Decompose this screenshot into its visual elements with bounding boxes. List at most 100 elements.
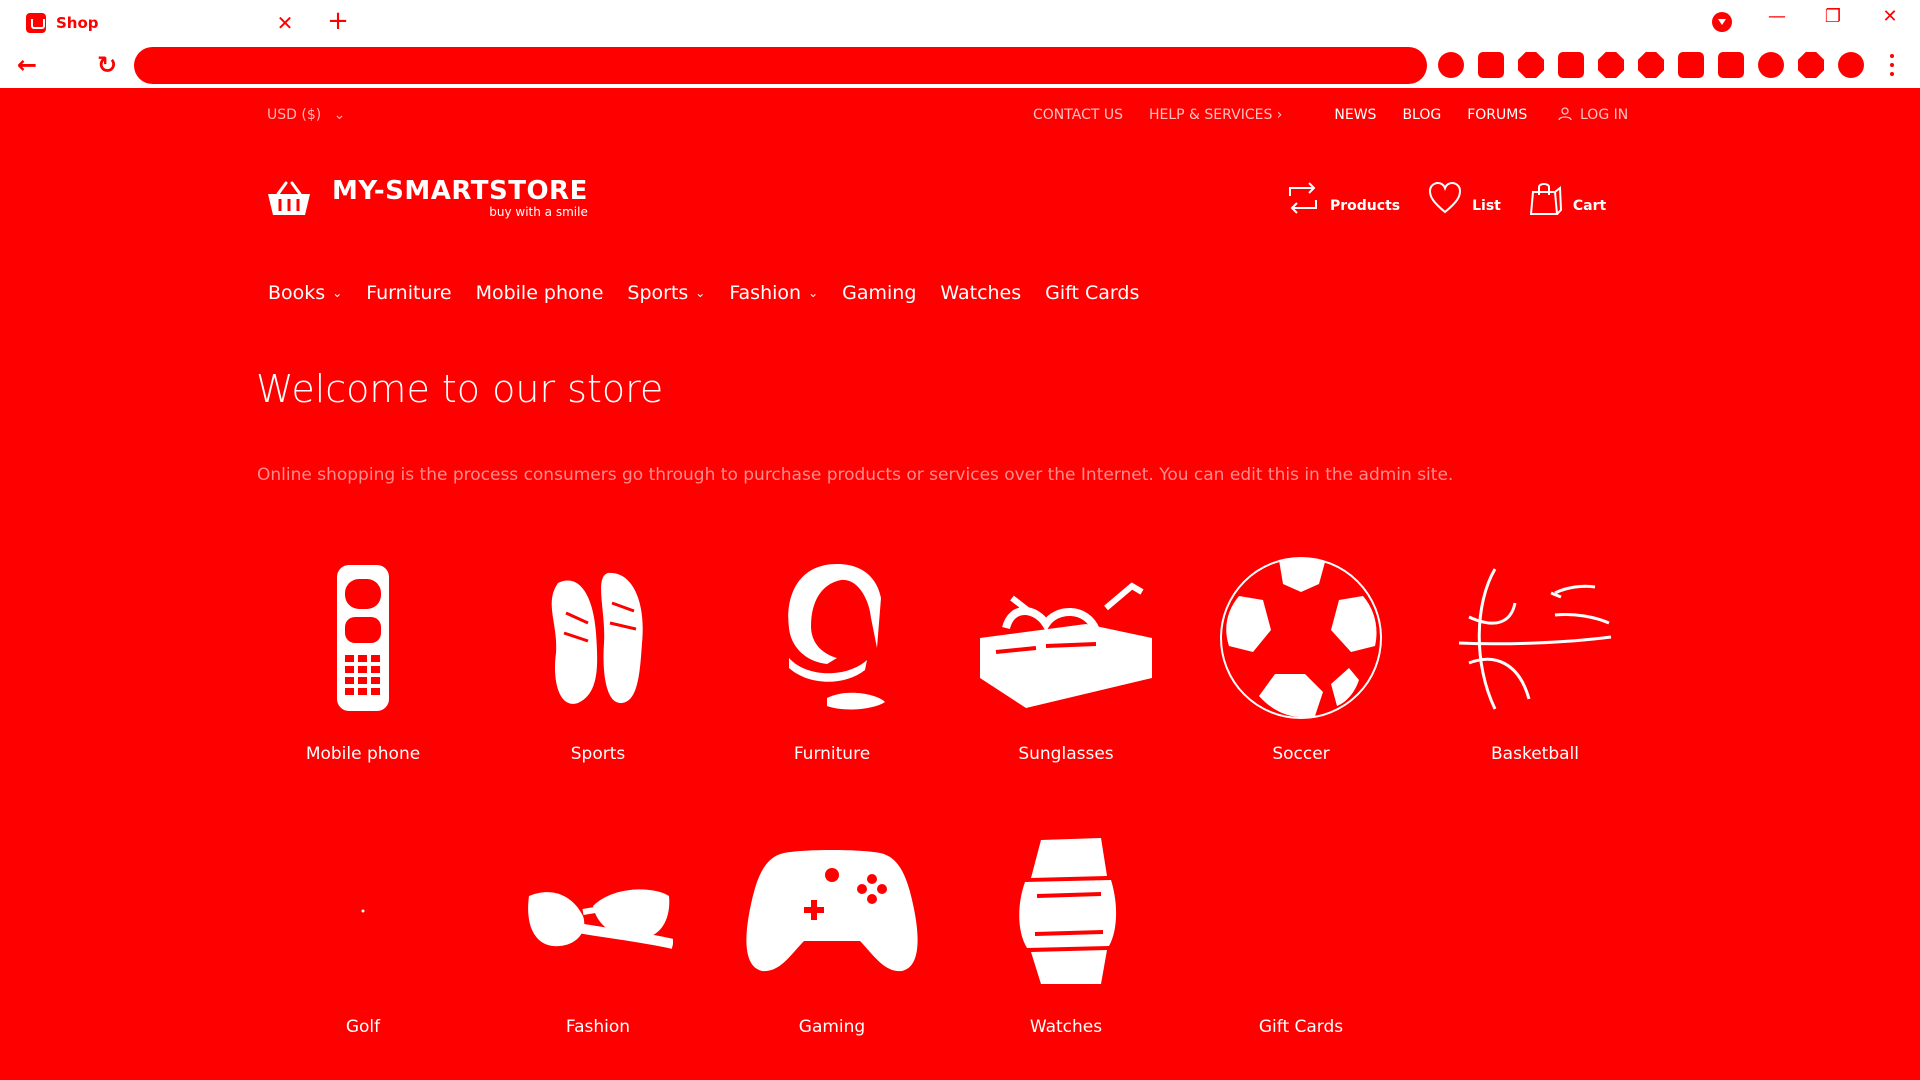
category-label: Watches (1029, 1017, 1103, 1037)
news-link[interactable]: NEWS (1334, 107, 1376, 123)
currency-selector[interactable]: USD ($) ⌄ (267, 107, 345, 123)
nav-item-watches[interactable]: Watches (940, 282, 1021, 304)
new-tab-button[interactable]: + (325, 8, 351, 34)
gamepad-icon (746, 850, 918, 972)
extension-icon[interactable] (1438, 52, 1464, 78)
category-tile-gaming[interactable]: Gaming (732, 831, 932, 1037)
extension-icon[interactable] (1598, 52, 1624, 78)
blog-link[interactable]: BLOG (1402, 107, 1441, 123)
watch-icon (1019, 838, 1117, 984)
help-services-menu[interactable]: HELP & SERVICES › (1149, 107, 1282, 123)
category-label: Mobile phone (305, 744, 421, 764)
nav-item-books[interactable]: Books ⌄ (268, 282, 342, 304)
extension-icon[interactable] (1758, 52, 1784, 78)
utility-bar: USD ($) ⌄ CONTACT US HELP & SERVICES › N… (0, 88, 1920, 143)
extension-icon[interactable] (1718, 52, 1744, 78)
compare-icon (1289, 182, 1317, 214)
extension-icon[interactable] (1478, 52, 1504, 78)
reload-button[interactable]: ↻ (92, 50, 122, 80)
nav-label: Watches (940, 282, 1022, 304)
nav-item-gift-cards[interactable]: Gift Cards (1045, 282, 1139, 304)
tab-close-icon[interactable]: ✕ (273, 11, 297, 35)
basket-logo-icon (268, 181, 310, 215)
restore-button[interactable]: ❐ (1818, 6, 1848, 27)
sneakers-icon (551, 572, 643, 704)
header-actions: Products List Cart (1286, 180, 1634, 216)
chevron-down-icon: ⌄ (808, 286, 819, 300)
nav-label: Gift Cards (1045, 282, 1140, 304)
category-label: Gift Cards (1258, 1017, 1344, 1037)
nav-label: Gaming (842, 282, 917, 304)
mobile-phone-icon (337, 565, 389, 711)
browser-tab[interactable]: Shop ✕ (10, 4, 305, 42)
chevron-down-icon: ⌄ (332, 286, 343, 300)
category-tile-sunglasses[interactable]: Sunglasses (966, 558, 1166, 764)
list-label: List (1472, 198, 1501, 214)
contact-us-link[interactable]: CONTACT US (1033, 107, 1123, 123)
forums-link[interactable]: FORUMS (1467, 107, 1527, 123)
profile-icon[interactable] (1712, 12, 1732, 32)
category-label: Basketball (1491, 744, 1579, 764)
currency-value: USD ($) (267, 107, 322, 123)
minimize-button[interactable]: — (1762, 6, 1792, 27)
store-logo[interactable]: MY-SMARTSTORE buy with a smile (266, 178, 588, 219)
cart-button[interactable]: Cart (1529, 180, 1606, 216)
wishlist-button[interactable]: List (1428, 180, 1501, 216)
sunglasses-icon (980, 582, 1152, 708)
soccer-ball-icon (1220, 557, 1382, 719)
extension-icon[interactable] (1678, 52, 1704, 78)
nav-label: Mobile phone (475, 282, 604, 304)
basketball-icon (1458, 568, 1612, 710)
account-avatar-icon[interactable] (1838, 52, 1864, 78)
category-tile-gift-cards[interactable]: Gift Cards (1201, 831, 1401, 1037)
chevron-down-icon: ⌄ (695, 286, 706, 300)
welcome-title: Welcome to our store (256, 367, 664, 411)
close-window-button[interactable]: ✕ (1875, 6, 1905, 27)
utility-links: CONTACT US HELP & SERVICES › NEWS BLOG F… (1033, 107, 1553, 123)
chevron-down-icon: ⌄ (333, 107, 346, 123)
login-link[interactable]: LOG IN (1558, 107, 1628, 123)
category-tile-soccer[interactable]: Soccer (1201, 557, 1401, 764)
category-tile-sports[interactable]: Sports (498, 558, 698, 764)
category-label: Fashion (565, 1017, 631, 1037)
heart-icon (1429, 181, 1462, 214)
sunglasses-fashion-icon (528, 889, 673, 949)
tab-title: Shop (56, 14, 99, 32)
shop-favicon-icon (26, 13, 46, 33)
logo-name: MY-SMARTSTORE (332, 176, 588, 206)
login-label: LOG IN (1580, 107, 1629, 123)
category-tile-mobile-phone[interactable]: Mobile phone (263, 558, 463, 764)
extension-icon[interactable] (1558, 52, 1584, 78)
category-tile-watches[interactable]: Watches (966, 831, 1166, 1037)
category-tile-basketball[interactable]: Basketball (1435, 558, 1635, 764)
logo-tagline: buy with a smile (489, 205, 588, 219)
category-label: Furniture (793, 744, 871, 764)
nav-item-gaming[interactable]: Gaming (842, 282, 916, 304)
extensions-bar (1438, 52, 1864, 78)
browser-tab-bar: Shop ✕ + — ❐ ✕ (0, 0, 1920, 42)
nav-item-fashion[interactable]: Fashion ⌄ (729, 282, 818, 304)
nav-label: Books (268, 282, 326, 304)
category-label: Golf (345, 1017, 381, 1037)
compare-products-button[interactable]: Products (1286, 180, 1400, 216)
browser-menu-icon[interactable] (1888, 52, 1896, 78)
user-icon (1558, 107, 1572, 121)
nav-item-mobile-phone[interactable]: Mobile phone (476, 282, 604, 304)
category-tile-golf[interactable]: Golf (263, 831, 463, 1037)
welcome-intro-text: Online shopping is the process consumers… (257, 465, 1454, 485)
nav-label: Fashion (729, 282, 802, 304)
category-label: Sunglasses (1018, 744, 1114, 764)
category-tile-fashion[interactable]: Fashion (498, 831, 698, 1037)
shopping-bag-icon (1529, 183, 1562, 215)
extension-icon[interactable] (1518, 52, 1544, 78)
store-page: USD ($) ⌄ CONTACT US HELP & SERVICES › N… (0, 88, 1920, 1080)
category-tile-furniture[interactable]: Furniture (732, 558, 932, 764)
nav-item-furniture[interactable]: Furniture (366, 282, 451, 304)
puzzle-extensions-icon[interactable] (1798, 52, 1824, 78)
back-button[interactable]: ← (12, 50, 42, 80)
address-bar[interactable] (134, 47, 1427, 84)
category-label: Gaming (798, 1017, 866, 1037)
nav-item-sports[interactable]: Sports ⌄ (627, 282, 705, 304)
extension-icon[interactable] (1638, 52, 1664, 78)
browser-toolbar: ← ↻ (0, 42, 1920, 88)
